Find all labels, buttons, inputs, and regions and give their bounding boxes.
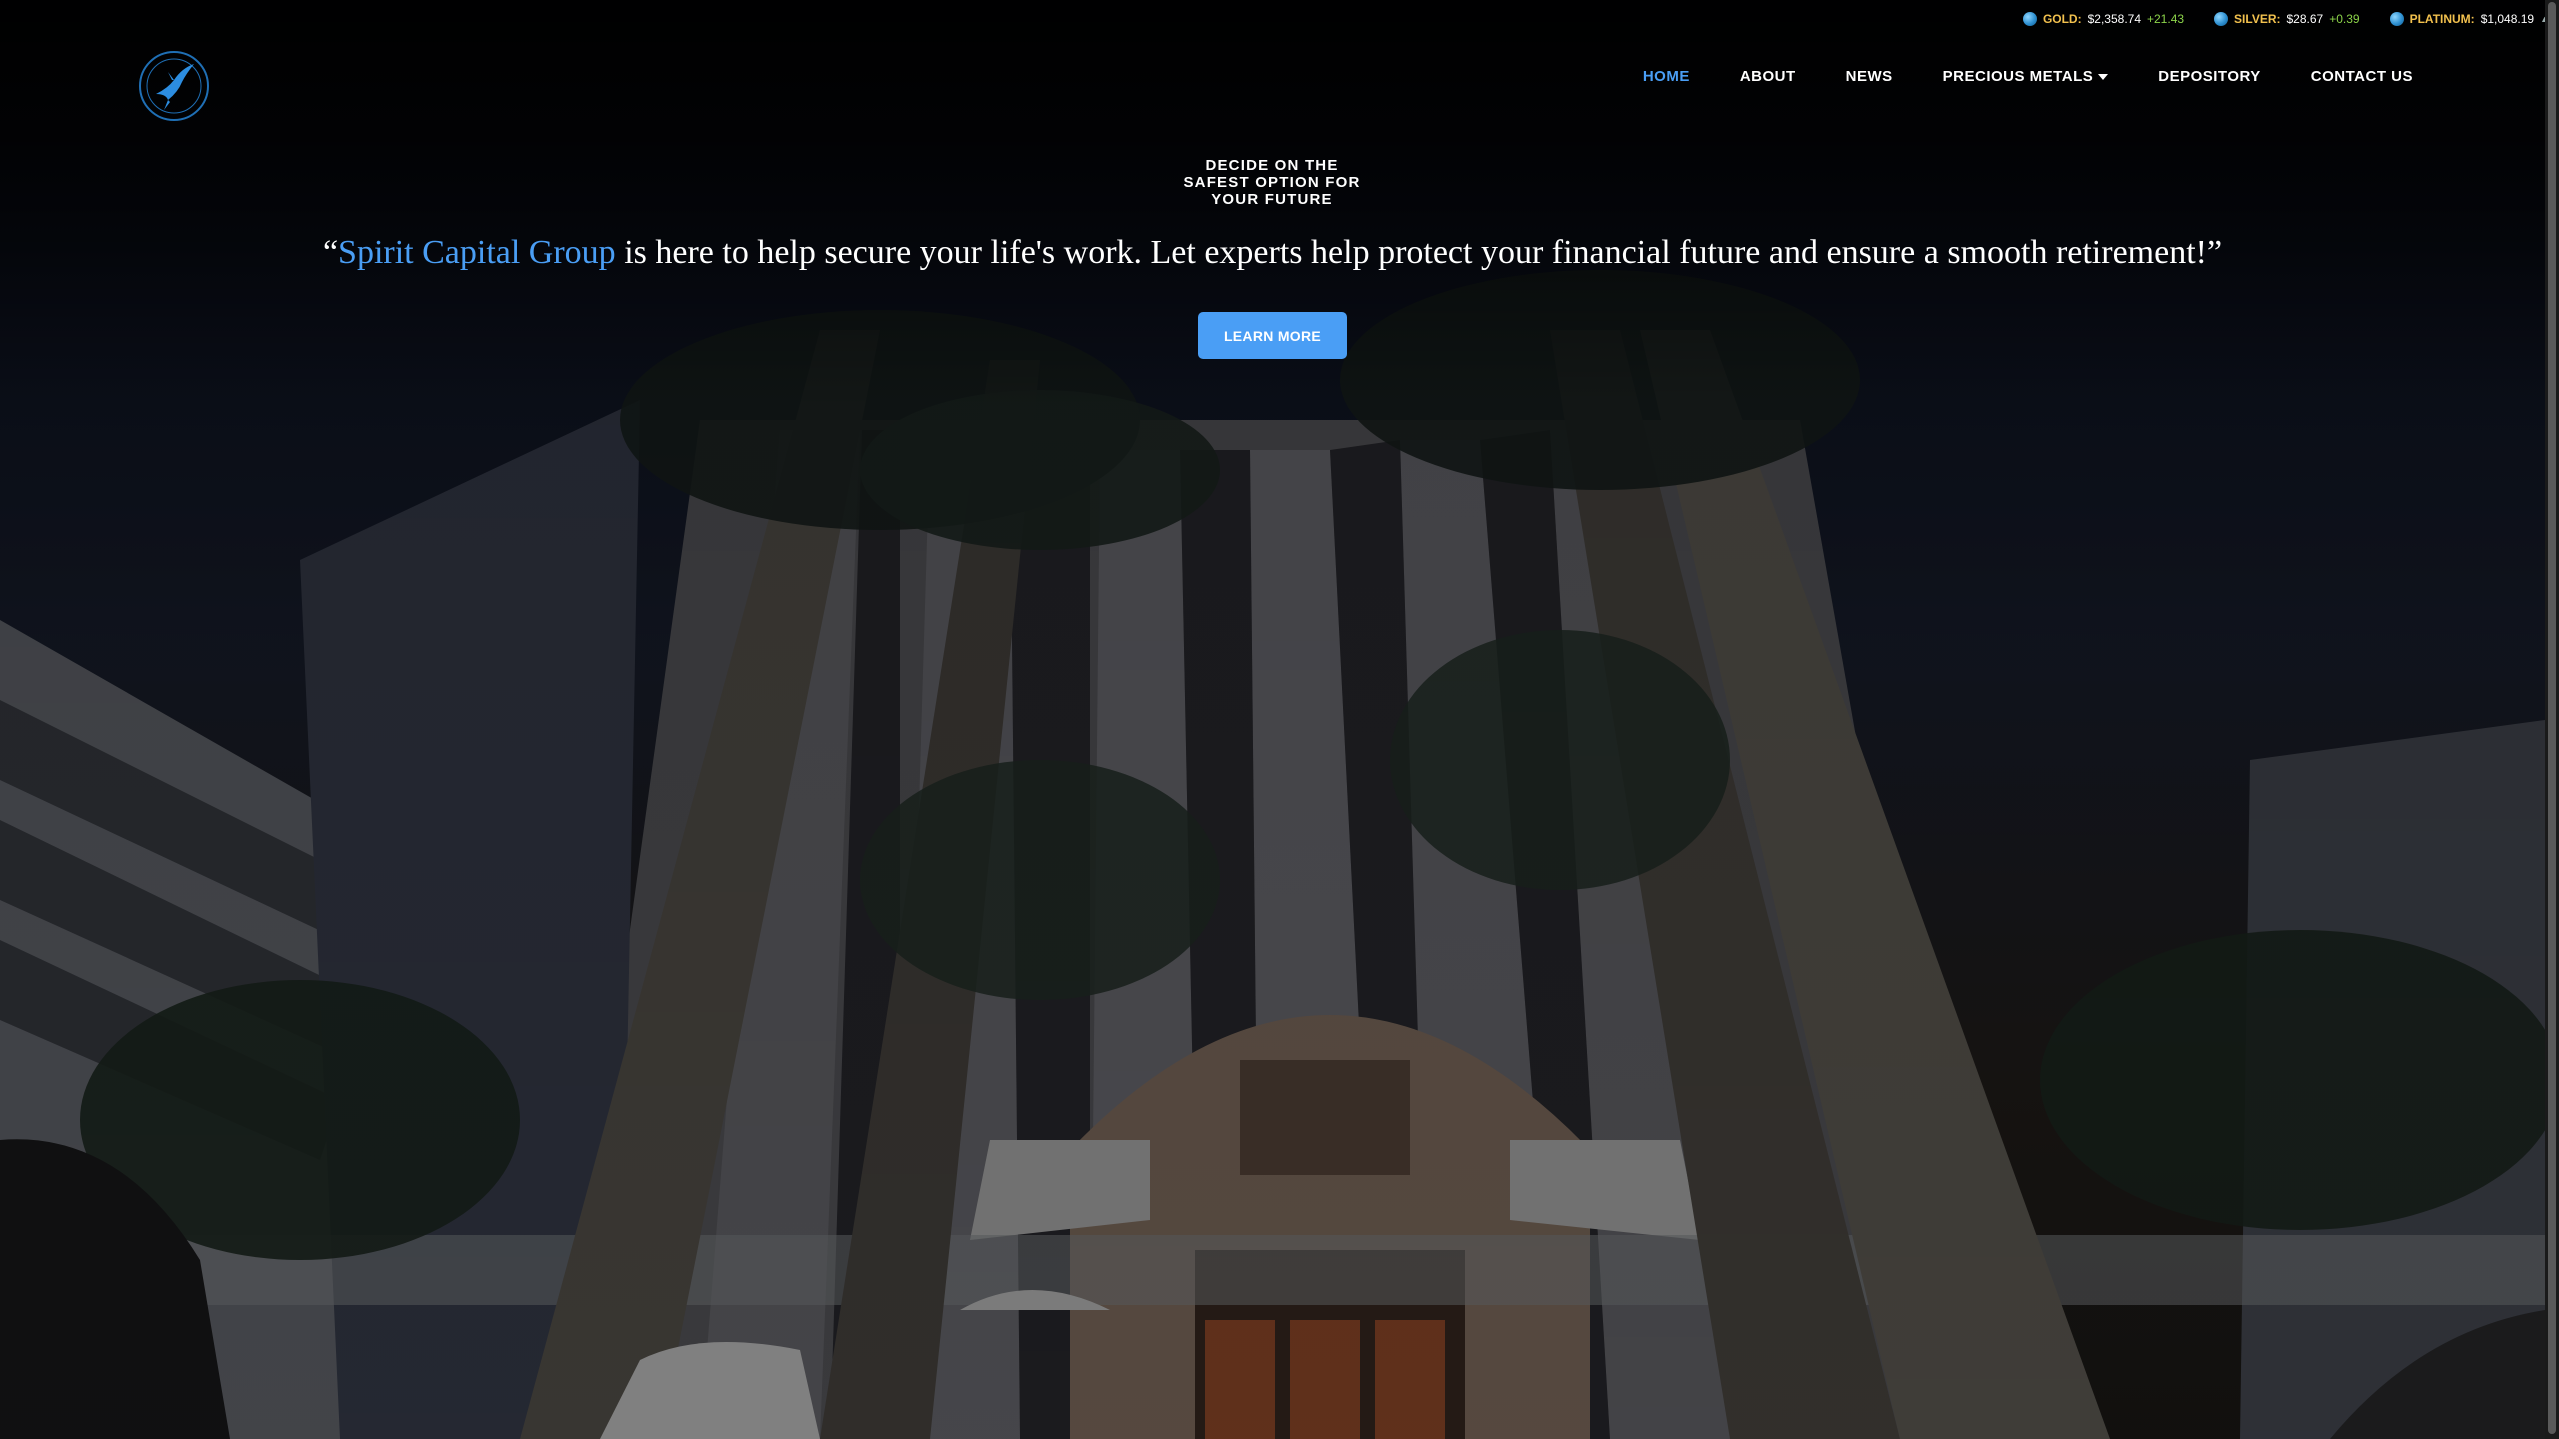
quote-open-mark: “ <box>322 234 339 271</box>
gold-coin-icon <box>2022 12 2037 26</box>
hero-background-image <box>0 0 2545 1439</box>
silver-coin-icon <box>2214 12 2229 26</box>
ticker-item-gold: GOLD: $2,358.74 +21.43 <box>2022 12 2185 26</box>
page: GOLD: $2,358.74 +21.43 SILVER: $28.67 +0… <box>0 0 2559 1439</box>
ticker-item-silver: SILVER: $28.67 +0.39 <box>2214 12 2360 26</box>
quote-text: is here to help secure your life's work.… <box>615 234 2223 271</box>
ticker-price: $2,358.74 <box>2087 12 2141 26</box>
ticker-change: +0.39 <box>2329 12 2360 26</box>
nav-item-news[interactable]: NEWS <box>1846 68 1893 85</box>
hero-overlay <box>0 0 2545 1439</box>
hero-quote: “Spirit Capital Group is here to help se… <box>0 234 2545 272</box>
main-nav: HOME ABOUT NEWS PRECIOUS METALS DEPOSITO… <box>1643 68 2413 85</box>
metals-price-ticker: GOLD: $2,358.74 +21.43 SILVER: $28.67 +0… <box>2022 12 2549 26</box>
ticker-metal-name: PLATINUM: <box>2409 12 2475 26</box>
hero-kicker: DECIDE ON THE SAFEST OPTION FOR YOUR FUT… <box>1183 157 1361 208</box>
nav-item-precious-metals[interactable]: PRECIOUS METALS <box>1943 68 2109 85</box>
platinum-coin-icon <box>2389 12 2404 26</box>
ticker-change: +21.43 <box>2147 12 2185 26</box>
learn-more-button[interactable]: LEARN MORE <box>1198 312 1347 359</box>
nav-item-contact[interactable]: CONTACT US <box>2311 68 2413 85</box>
ticker-metal-name: GOLD: <box>2042 12 2082 26</box>
hummingbird-logo-icon[interactable] <box>138 50 210 122</box>
scrollbar[interactable] <box>2545 0 2559 1439</box>
nav-item-label: PRECIOUS METALS <box>1942 68 2094 85</box>
brand-name: Spirit Capital Group <box>338 234 616 271</box>
ticker-item-platinum: PLATINUM: $1,048.19 ▲ <box>2389 12 2549 26</box>
nav-item-about[interactable]: ABOUT <box>1740 68 1796 85</box>
ticker-price: $28.67 <box>2286 12 2324 26</box>
ticker-metal-name: SILVER: <box>2234 12 2281 26</box>
caret-down-icon <box>2098 74 2109 81</box>
nav-item-home[interactable]: HOME <box>1643 68 1690 85</box>
ticker-price: $1,048.19 <box>2480 12 2535 26</box>
nav-item-depository[interactable]: DEPOSITORY <box>2158 68 2261 85</box>
scrollbar-thumb[interactable] <box>2548 2 2556 1434</box>
